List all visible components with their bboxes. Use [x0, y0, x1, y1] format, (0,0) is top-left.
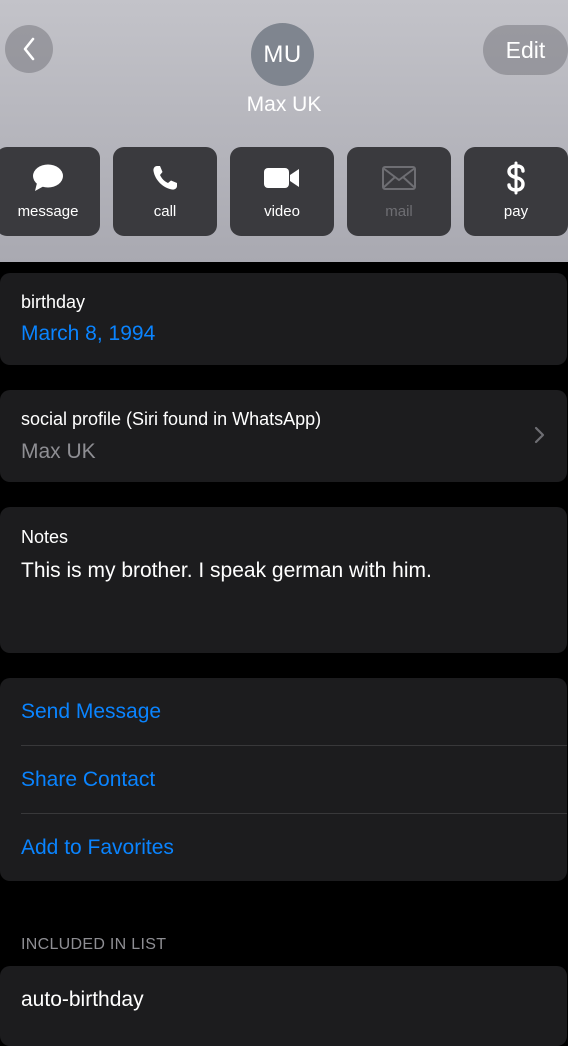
birthday-value[interactable]: March 8, 1994	[21, 322, 155, 346]
chevron-left-icon	[23, 37, 35, 61]
add-to-favorites-button[interactable]: Add to Favorites	[21, 814, 567, 882]
list-item-auto-birthday[interactable]: auto-birthday	[21, 988, 144, 1012]
chevron-right-icon	[534, 426, 545, 444]
pay-action-button[interactable]: pay	[464, 147, 568, 236]
included-in-list-header: INCLUDED IN LIST	[21, 936, 167, 953]
contact-header: MU Edit Max UK message call video mail p…	[0, 0, 568, 262]
video-camera-icon	[264, 168, 299, 188]
birthday-card: birthday March 8, 1994	[0, 273, 567, 365]
envelope-icon	[382, 166, 416, 190]
birthday-label: birthday	[21, 292, 86, 312]
social-profile-value: Max UK	[21, 440, 96, 463]
video-action-button[interactable]: video	[230, 147, 334, 236]
notes-text[interactable]: This is my brother. I speak german with …	[21, 559, 432, 583]
message-bubble-icon	[33, 164, 63, 191]
message-action-button[interactable]: message	[0, 147, 100, 236]
notes-label: Notes	[21, 527, 69, 547]
social-profile-card[interactable]: social profile (Siri found in WhatsApp) …	[0, 390, 567, 482]
send-message-button[interactable]: Send Message	[21, 678, 567, 746]
mail-action-label: mail	[385, 203, 413, 220]
edit-button[interactable]: Edit	[483, 25, 568, 75]
video-action-label: video	[264, 203, 300, 220]
list-card: auto-birthday	[0, 966, 567, 1046]
contact-actions-card: Send Message Share Contact Add to Favori…	[0, 678, 567, 881]
phone-icon	[153, 166, 177, 190]
call-action-label: call	[153, 203, 177, 220]
notes-card[interactable]: Notes This is my brother. I speak german…	[0, 507, 567, 653]
dollar-icon	[507, 161, 525, 195]
mail-action-button[interactable]: mail	[347, 147, 451, 236]
message-action-label: message	[17, 203, 79, 220]
call-action-button[interactable]: call	[113, 147, 217, 236]
pay-action-label: pay	[503, 203, 529, 220]
social-profile-label: social profile (Siri found in WhatsApp)	[21, 409, 322, 429]
contact-name: Max UK	[246, 93, 322, 116]
share-contact-button[interactable]: Share Contact	[21, 746, 567, 814]
avatar[interactable]: MU	[251, 23, 314, 86]
back-button[interactable]	[5, 25, 53, 73]
